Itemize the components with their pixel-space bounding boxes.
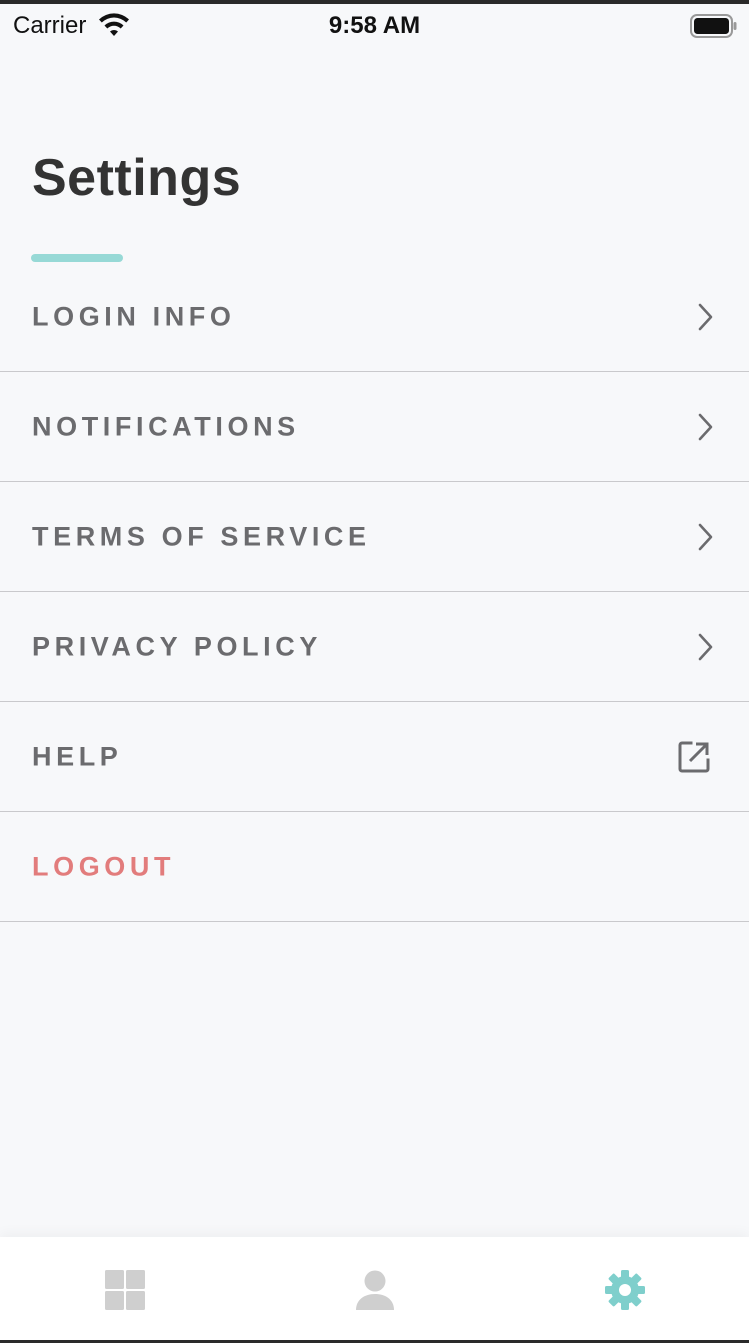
chevron-right-icon bbox=[698, 523, 713, 550]
gear-icon bbox=[604, 1270, 645, 1310]
page-title: Settings bbox=[32, 149, 242, 207]
chevron-right-icon bbox=[698, 413, 713, 440]
status-bar: Carrier 9:58 AM bbox=[0, 4, 749, 46]
external-link-icon bbox=[678, 741, 710, 772]
title-accent-underline bbox=[31, 254, 123, 262]
battery-full-icon bbox=[690, 14, 737, 38]
menu-item-label: PRIVACY POLICY bbox=[32, 631, 322, 661]
menu-item-logout[interactable]: LOGOUT bbox=[0, 812, 749, 922]
settings-menu: LOGIN INFO NOTIFICATIONS TERMS OF SERVIC… bbox=[0, 263, 749, 922]
tab-profile[interactable] bbox=[250, 1237, 499, 1340]
chevron-right-icon bbox=[698, 303, 713, 331]
tab-bar bbox=[0, 1237, 749, 1340]
menu-item-label: LOGIN INFO bbox=[32, 301, 236, 332]
menu-item-label: TERMS OF SERVICE bbox=[32, 521, 371, 551]
dashboard-grid-icon bbox=[104, 1270, 145, 1310]
status-time: 9:58 AM bbox=[328, 12, 421, 39]
menu-item-label: HELP bbox=[32, 741, 123, 771]
menu-item-login-info[interactable]: LOGIN INFO bbox=[0, 263, 749, 372]
menu-item-notifications[interactable]: NOTIFICATIONS bbox=[0, 372, 749, 482]
chevron-right-icon bbox=[698, 633, 713, 660]
menu-item-terms-of-service[interactable]: TERMS OF SERVICE bbox=[0, 482, 749, 592]
user-icon bbox=[355, 1270, 394, 1310]
tab-settings[interactable] bbox=[500, 1237, 749, 1340]
tab-dashboard[interactable] bbox=[0, 1237, 249, 1340]
menu-item-privacy-policy[interactable]: PRIVACY POLICY bbox=[0, 592, 749, 702]
menu-item-help[interactable]: HELP bbox=[0, 702, 749, 812]
settings-screen: Carrier 9:58 AM Settings LOGIN INFO NOTI… bbox=[0, 0, 749, 1343]
menu-item-label: NOTIFICATIONS bbox=[32, 411, 300, 441]
logout-label: LOGOUT bbox=[32, 851, 176, 881]
